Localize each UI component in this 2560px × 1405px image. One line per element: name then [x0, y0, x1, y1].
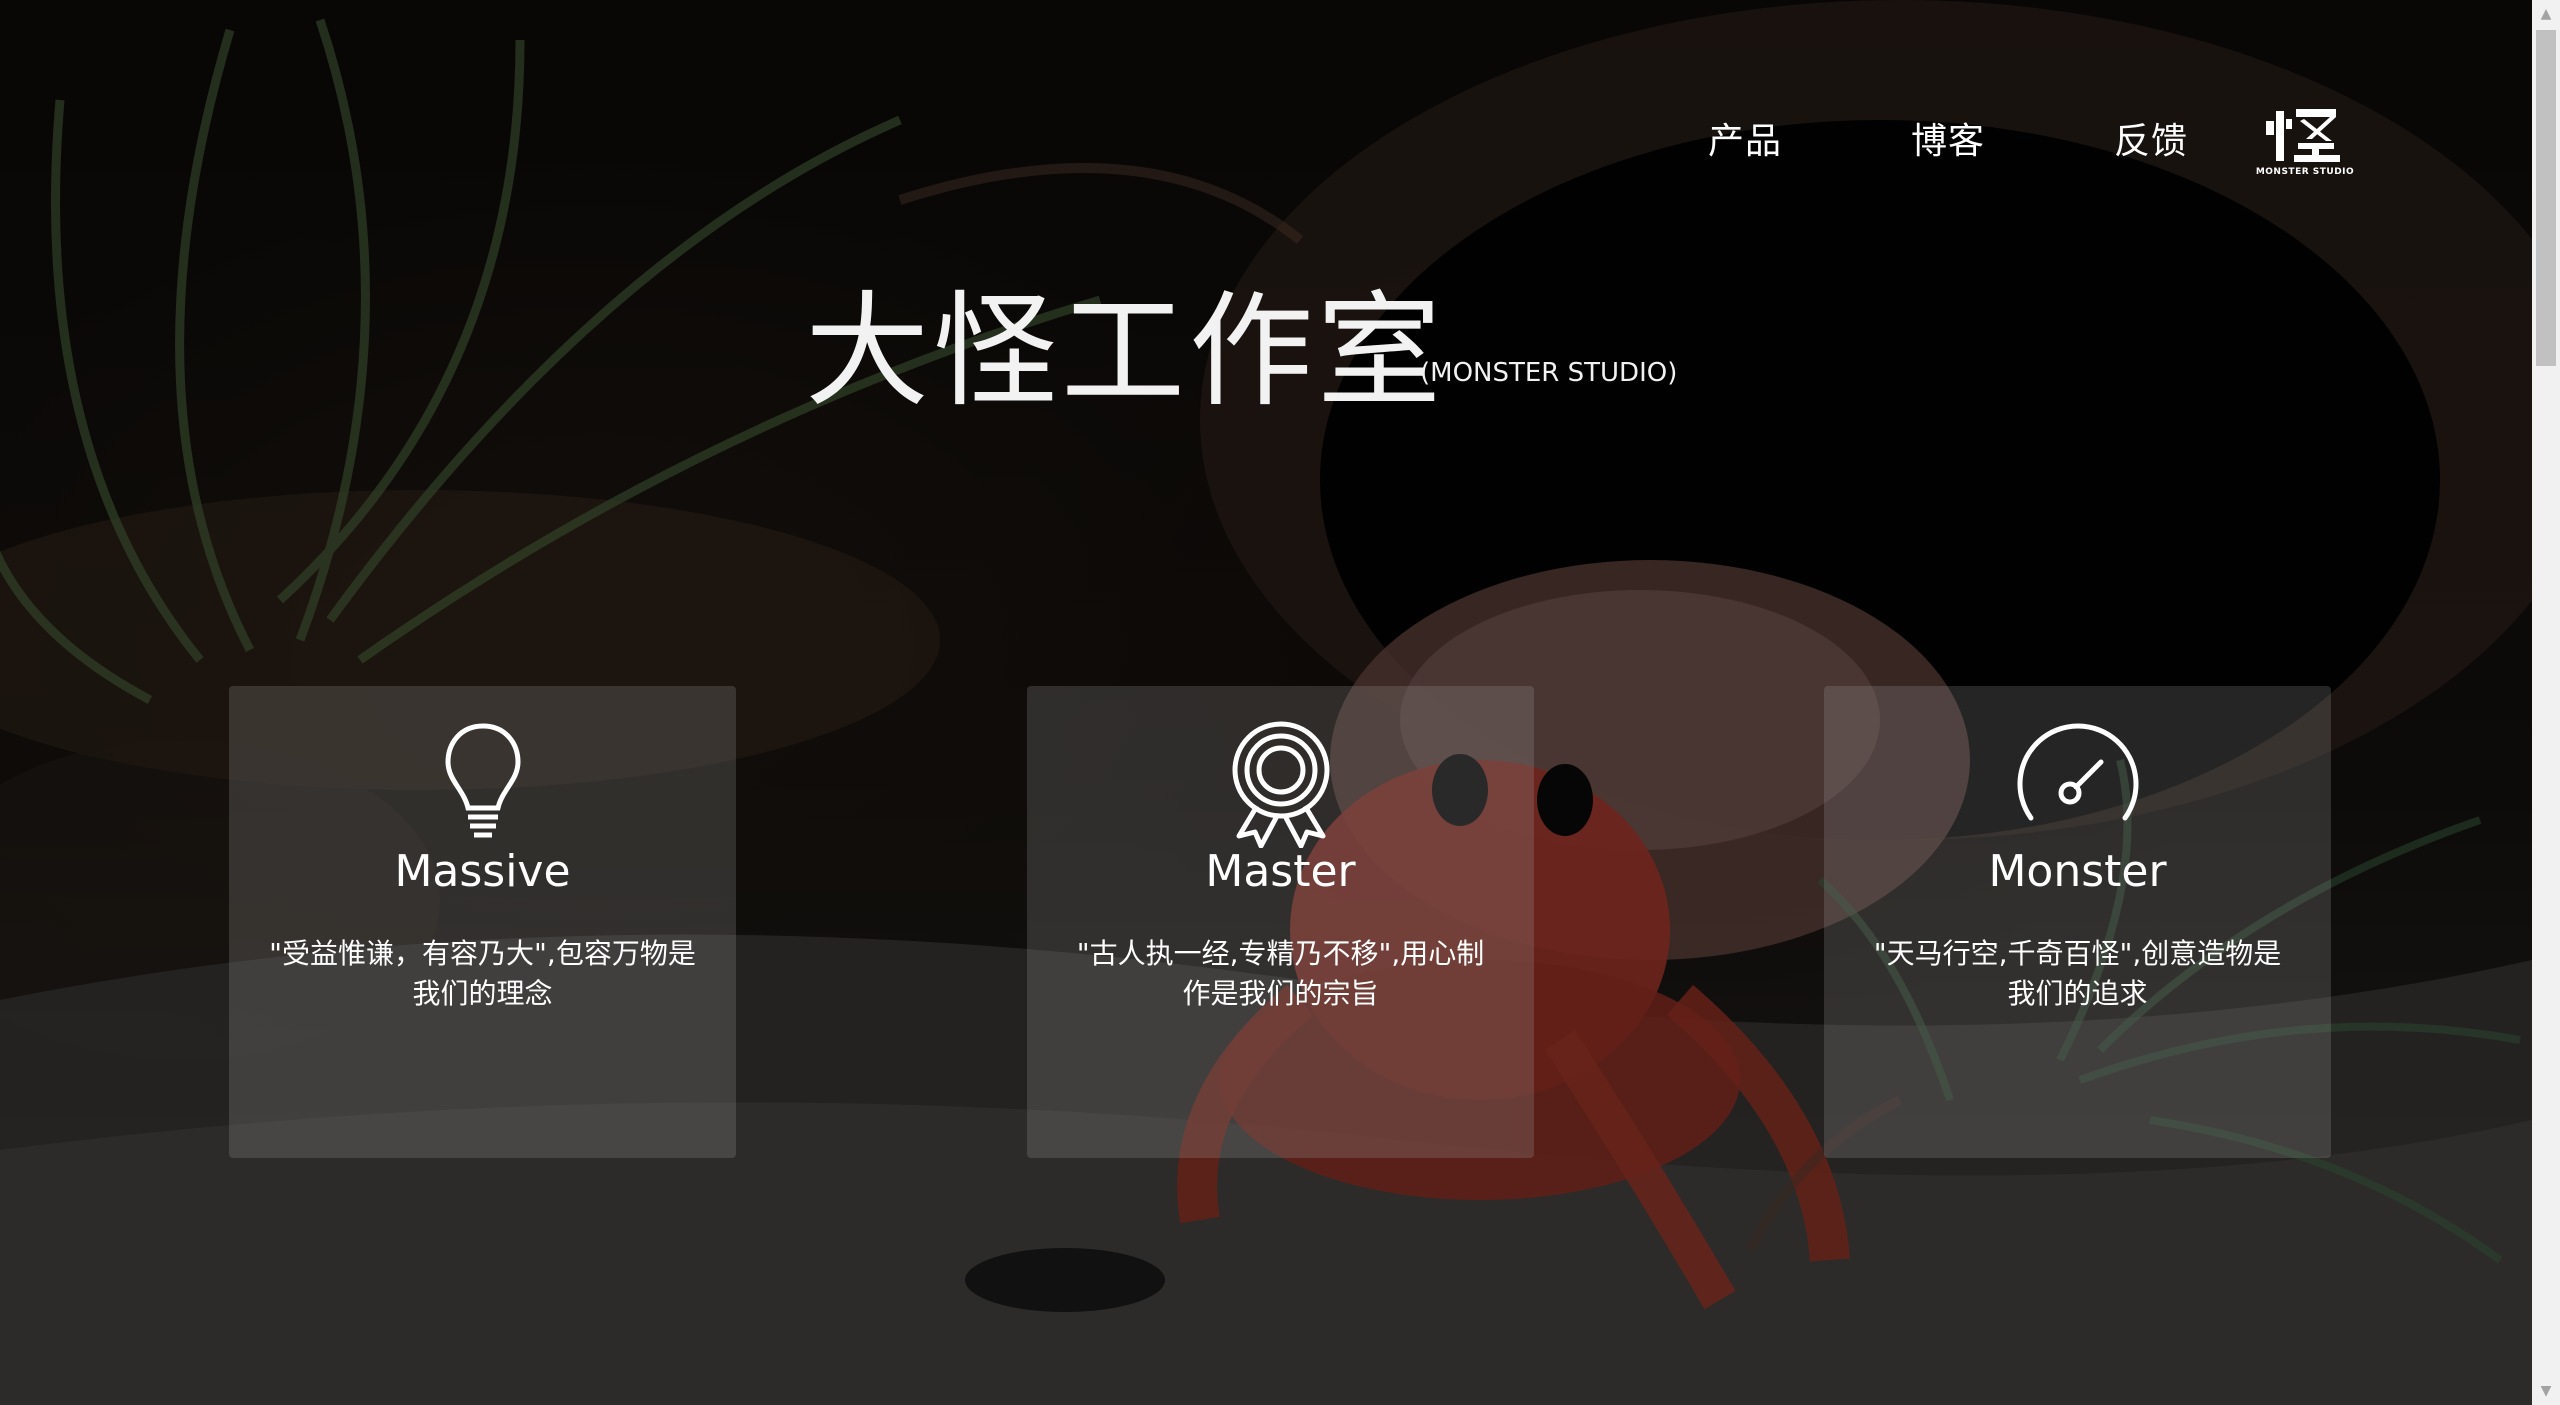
nav-item-blog[interactable]: 博客 [1911, 112, 1985, 164]
feature-title: Massive [394, 846, 571, 897]
scroll-down-arrow-icon[interactable]: ▼ [2532, 1377, 2560, 1405]
feature-title: Monster [1988, 846, 2167, 897]
feature-description: "天马行空,千奇百怪",创意造物是我们的追求 [1873, 937, 2282, 1010]
speedometer-icon [1824, 718, 2331, 848]
page-subtitle: (MONSTER STUDIO) [1420, 358, 1678, 388]
nav-item-feedback[interactable]: 反馈 [2114, 112, 2188, 164]
award-ribbon-icon [1027, 718, 1534, 848]
page-title: 大怪工作室 [805, 280, 1446, 424]
feature-card-master: Master "古人执一经,专精乃不移",用心制作是我们的宗旨 [1027, 686, 1534, 1158]
scrollbar-thumb[interactable] [2536, 30, 2556, 366]
nav-item-products[interactable]: 产品 [1708, 112, 1782, 164]
feature-description: "古人执一经,专精乃不移",用心制作是我们的宗旨 [1076, 937, 1485, 1010]
feature-description: "受益惟谦，有容乃大",包容万物是我们的理念 [269, 937, 696, 1010]
lightbulb-icon [229, 718, 736, 848]
logo-glyph-mark [2266, 109, 2340, 162]
scroll-up-arrow-icon[interactable]: ▲ [2532, 0, 2560, 28]
feature-card-monster: Monster "天马行空,千奇百怪",创意造物是我们的追求 [1824, 686, 2331, 1158]
feature-title: Master [1205, 846, 1356, 897]
page: 产品 博客 反馈 MONSTER STUDIO 大怪工作室 (MONSTER S… [0, 0, 2560, 1405]
monster-studio-logo[interactable]: MONSTER STUDIO [2250, 105, 2360, 180]
vertical-scrollbar[interactable]: ▲ ▼ [2532, 0, 2560, 1405]
feature-card-massive: Massive "受益惟谦，有容乃大",包容万物是我们的理念 [229, 686, 736, 1158]
logo-text: MONSTER STUDIO [2255, 167, 2355, 177]
